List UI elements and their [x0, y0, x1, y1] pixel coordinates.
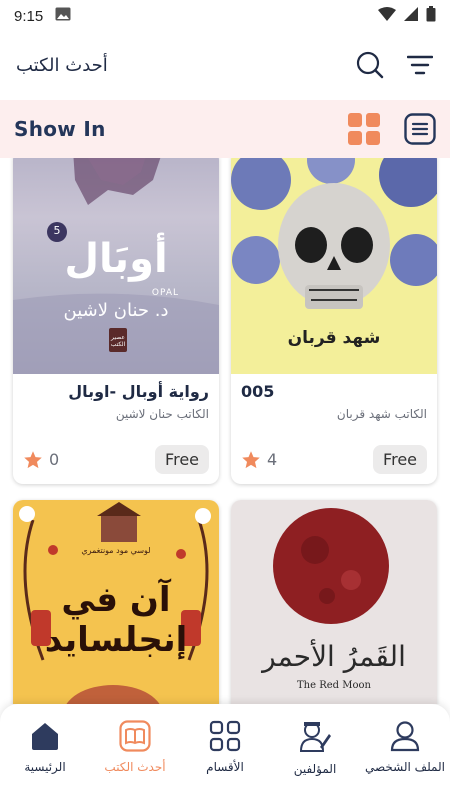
book-grid: 5 أوبَال OPAL د. حنان لاشين عصير الكتب ر…: [0, 158, 450, 704]
book-cover-anne: لوسي مود مونتغمري آن في إنجلسايد: [13, 500, 219, 704]
grid-view-button[interactable]: [348, 113, 380, 145]
nav-label: أحدث الكتب: [104, 760, 166, 774]
cover-publisher: عصير الكتب: [110, 334, 126, 348]
page-title: أحدث الكتب: [16, 54, 108, 76]
book-card[interactable]: لوسي مود مونتغمري آن في إنجلسايد: [13, 500, 219, 704]
nav-item-latest-books[interactable]: أحدث الكتب: [91, 720, 179, 774]
battery-icon: [426, 6, 436, 26]
book-icon: [119, 720, 151, 752]
book-author: الكاتب شهد قربان: [336, 407, 427, 421]
book-author: الكاتب حنان لاشين: [115, 407, 209, 421]
rating-value: 0: [49, 450, 60, 469]
book-title: رواية أوبال -اوبال: [68, 382, 209, 401]
star-icon: [242, 450, 260, 468]
view-mode-bar: Show In: [0, 100, 450, 158]
status-time: 9:15: [14, 7, 44, 25]
nav-item-authors[interactable]: المؤلفين: [271, 720, 359, 776]
cover-author: د. حنان لاشين: [63, 300, 169, 321]
book-cover-005: شهد قربان: [231, 158, 437, 374]
signal-icon: [404, 7, 418, 25]
book-card[interactable]: 5 أوبَال OPAL د. حنان لاشين عصير الكتب ر…: [13, 158, 219, 484]
cover-subtitle: OPAL: [151, 288, 179, 298]
nav-label: الملف الشخصي: [365, 760, 445, 774]
nav-item-categories[interactable]: الأقسام: [181, 720, 269, 774]
cover-title: أوبَال: [64, 236, 168, 282]
nav-item-home[interactable]: الرئيسية: [1, 720, 89, 774]
filter-button[interactable]: [404, 49, 436, 81]
search-icon: [356, 51, 384, 79]
book-title: 005: [241, 382, 275, 401]
price-badge[interactable]: Free: [373, 445, 427, 474]
grid-view-icon: [348, 113, 380, 145]
rating-value: 4: [267, 450, 278, 469]
nav-label: الأقسام: [206, 760, 244, 774]
book-card[interactable]: شهد قربان 005 الكاتب شهد قربان 4 Free: [231, 158, 437, 484]
book-cover-red-moon: القَمرُ الأحمر The Red Moon: [231, 500, 437, 704]
list-view-icon: [404, 113, 436, 145]
rating: 0: [23, 450, 59, 470]
cover-author: لوسي مود مونتغمري: [81, 546, 151, 555]
image-notification-icon: [55, 7, 71, 25]
wifi-icon: [378, 7, 396, 25]
cover-subtitle: The Red Moon: [297, 680, 371, 691]
status-bar: 9:15: [0, 0, 450, 32]
book-card[interactable]: القَمرُ الأحمر The Red Moon: [231, 500, 437, 704]
bottom-nav: الرئيسية أحدث الكتب الأقسام المؤلفين الم…: [0, 704, 450, 800]
cover-title: القَمرُ الأحمر: [262, 640, 406, 673]
cover-author: شهد قربان: [287, 328, 381, 348]
price-badge[interactable]: Free: [155, 445, 209, 474]
nav-item-profile[interactable]: الملف الشخصي: [361, 720, 449, 774]
author-icon: [299, 722, 331, 752]
book-cover-opal: 5 أوبَال OPAL د. حنان لاشين عصير الكتب: [13, 158, 219, 374]
filter-icon: [407, 55, 433, 75]
app-bar: أحدث الكتب: [0, 32, 450, 98]
nav-label: المؤلفين: [293, 762, 337, 776]
star-icon: [24, 450, 42, 468]
home-icon: [32, 723, 58, 750]
person-icon: [390, 721, 420, 752]
cover-title: آن في إنجلسايد: [44, 580, 188, 660]
nav-label: الرئيسية: [24, 760, 66, 774]
search-button[interactable]: [354, 49, 386, 81]
rating: 4: [241, 450, 277, 470]
list-view-button[interactable]: [404, 113, 436, 145]
grid-icon: [209, 720, 241, 752]
show-in-label: Show In: [14, 117, 106, 141]
